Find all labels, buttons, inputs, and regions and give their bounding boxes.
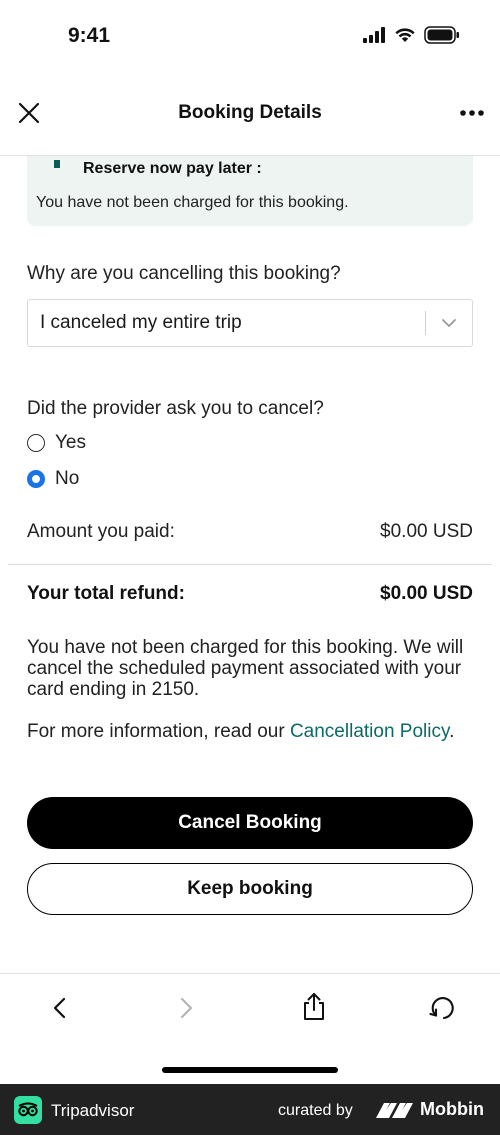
notice-marker [54, 160, 60, 168]
mobbin-brand: Mobbin [420, 1099, 484, 1119]
toolbar-divider [0, 973, 500, 974]
notice-text: You have not been charged for this booki… [36, 194, 349, 211]
battery-icon [424, 26, 459, 44]
cancellation-policy-link[interactable]: Cancellation Policy [290, 721, 449, 742]
radio-yes-label[interactable]: Yes [55, 432, 86, 454]
policy-prefix: For more information, read our [27, 721, 290, 742]
cancel-reason-question: Why are you cancelling this booking? [27, 263, 341, 284]
more-icon [460, 110, 484, 116]
page-title: Booking Details [178, 102, 322, 123]
radio-no[interactable] [27, 470, 45, 488]
forward-icon[interactable] [171, 993, 201, 1023]
radio-yes[interactable] [27, 434, 45, 452]
curated-by-text: curated by [278, 1102, 353, 1119]
back-icon[interactable] [45, 993, 75, 1023]
mobbin-logo [376, 1100, 414, 1120]
app-name: Tripadvisor [51, 1101, 135, 1120]
more-options-button[interactable] [456, 100, 490, 126]
status-time: 9:41 [68, 24, 111, 47]
refund-value: $0.00 USD [380, 583, 473, 604]
home-indicator [162, 1067, 338, 1073]
refresh-icon[interactable] [427, 993, 457, 1023]
status-icons [362, 26, 460, 44]
amount-divider [8, 564, 492, 565]
cancel-reason-value[interactable]: I canceled my entire trip [40, 312, 242, 334]
amount-paid-value: $0.00 USD [380, 521, 473, 542]
wifi-icon [395, 28, 415, 42]
refund-label: Your total refund: [27, 583, 185, 604]
provider-question: Did the provider ask you to cancel? [27, 398, 324, 419]
radio-no-label[interactable]: No [55, 468, 79, 490]
tripadvisor-logo [14, 1096, 42, 1124]
share-icon[interactable] [299, 991, 329, 1021]
cancel-booking-button[interactable]: Cancel Booking [27, 797, 473, 849]
policy-suffix: . [449, 721, 455, 742]
signal-icon [363, 27, 385, 43]
charge-info-text: You have not been charged for this booki… [27, 637, 464, 700]
policy-info: For more information, read our Cancellat… [27, 721, 477, 742]
chevron-down-icon[interactable] [441, 316, 457, 328]
select-separator [425, 311, 426, 335]
notice-title: Reserve now pay later : [83, 160, 262, 177]
keep-booking-button[interactable]: Keep booking [27, 863, 473, 915]
amount-paid-label: Amount you paid: [27, 521, 175, 542]
